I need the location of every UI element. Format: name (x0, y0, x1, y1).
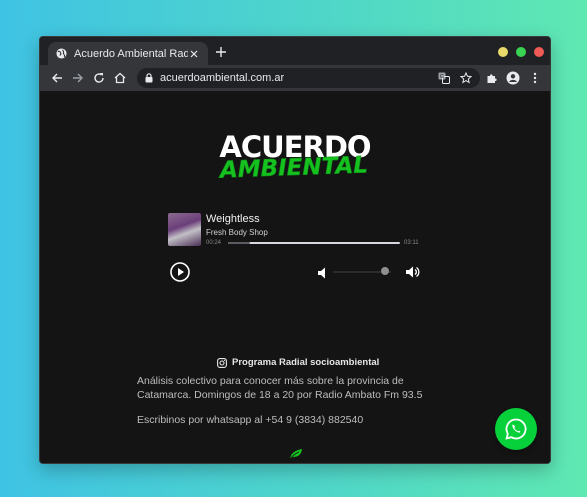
svg-text:AMBIENTAL: AMBIENTAL (218, 152, 369, 179)
program-description: Análisis colectivo para conocer más sobr… (137, 375, 423, 401)
site-logo[interactable]: ACUERDO AMBIENTAL (210, 129, 380, 184)
profile-icon[interactable] (506, 71, 520, 85)
lock-icon (145, 73, 153, 83)
leaf-icon (289, 447, 303, 460)
translate-icon[interactable]: G (437, 71, 451, 85)
reload-icon[interactable] (92, 71, 106, 85)
duration: 03:11 (404, 240, 419, 246)
whatsapp-contact-text: Escribinos por whatsapp al +54 9 (3834) … (137, 414, 364, 426)
browser-window: Acuerdo Ambiental Radio acuerdoambiental… (39, 36, 551, 464)
volume-thumb[interactable] (381, 267, 390, 275)
puzzle-icon[interactable] (485, 71, 499, 85)
globe-icon (56, 48, 67, 59)
close-tab-icon[interactable] (188, 48, 200, 60)
volume-high-icon[interactable] (406, 265, 420, 279)
back-arrow-icon[interactable] (50, 71, 64, 85)
home-icon[interactable] (113, 71, 127, 85)
tab-strip: Acuerdo Ambiental Radio (40, 37, 550, 65)
album-cover (168, 213, 201, 246)
program-heading[interactable]: Programa Radial socioambiental (217, 357, 379, 368)
play-button[interactable] (170, 262, 190, 282)
program-title: Programa Radial socioambiental (232, 357, 380, 368)
tab-title: Acuerdo Ambiental Radio (74, 47, 188, 60)
mute-icon[interactable] (318, 266, 328, 279)
track-title: Weightless (206, 213, 260, 225)
browser-toolbar: acuerdoambiental.com.ar G (40, 65, 550, 91)
browser-tab[interactable]: Acuerdo Ambiental Radio (48, 42, 208, 65)
forward-arrow-icon[interactable] (71, 71, 85, 85)
star-icon[interactable] (459, 71, 473, 85)
maximize-button[interactable] (516, 47, 526, 57)
url-text: acuerdoambiental.com.ar (160, 72, 285, 84)
new-tab-button[interactable] (214, 45, 228, 59)
progress-bar[interactable] (228, 242, 400, 244)
svg-text:G: G (440, 74, 444, 80)
track-artist: Fresh Body Shop (206, 228, 268, 237)
minimize-button[interactable] (498, 47, 508, 57)
kebab-menu-icon[interactable] (528, 71, 542, 85)
page-content: ACUERDO AMBIENTAL Weightless Fresh Body … (40, 91, 550, 463)
whatsapp-icon (504, 417, 528, 441)
whatsapp-chat-button[interactable] (495, 408, 537, 450)
progress-fill (228, 242, 250, 244)
address-bar[interactable]: acuerdoambiental.com.ar G (137, 68, 480, 88)
current-time: 00:24 (206, 240, 222, 246)
instagram-icon (217, 357, 227, 368)
close-window-button[interactable] (534, 47, 544, 57)
